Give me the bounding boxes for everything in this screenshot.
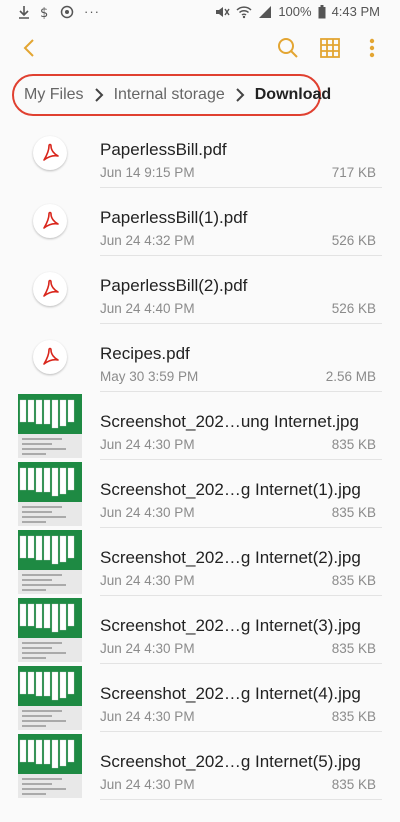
grid-icon (320, 38, 340, 58)
download-icon (19, 5, 29, 19)
app-bar (0, 26, 400, 70)
file-date: Jun 24 4:40 PM (100, 301, 195, 316)
file-size: 835 KB (331, 437, 376, 452)
file-row[interactable]: Screenshot_202…g Internet(2).jpg Jun 24 4… (0, 528, 400, 596)
row-divider (100, 799, 382, 800)
file-name: Screenshot_202…g Internet(5).jpg (100, 752, 361, 771)
file-date: Jun 14 9:15 PM (100, 165, 195, 180)
file-name: PaperlessBill.pdf (100, 140, 227, 159)
file-name: Screenshot_202…ung Internet.jpg (100, 412, 359, 431)
clock: 4:43 PM (331, 4, 380, 19)
file-name: PaperlessBill(2).pdf (100, 276, 248, 295)
search-button[interactable] (274, 34, 302, 62)
file-name: Screenshot_202…g Internet(2).jpg (100, 548, 361, 567)
chevron-left-icon (23, 39, 34, 57)
file-date: Jun 24 4:30 PM (100, 777, 195, 792)
file-name: Screenshot_202…g Internet(1).jpg (100, 480, 361, 499)
pdf-file-icon (33, 136, 67, 170)
file-size: 835 KB (331, 641, 376, 656)
more-vert-icon (369, 38, 375, 58)
file-name: Recipes.pdf (100, 344, 190, 363)
view-mode-button[interactable] (316, 34, 344, 62)
image-thumbnail (18, 462, 82, 526)
breadcrumb: My Files Internal storage Download (12, 74, 331, 116)
file-name: Screenshot_202…g Internet(4).jpg (100, 684, 361, 703)
file-date: Jun 24 4:30 PM (100, 573, 195, 588)
file-date: Jun 24 4:30 PM (100, 709, 195, 724)
file-size: 2.56 MB (325, 369, 376, 384)
file-row[interactable]: PaperlessBill(1).pdf Jun 24 4:32 PM 526 KB (0, 188, 400, 256)
pdf-file-icon (33, 340, 67, 374)
chevron-right-icon (235, 87, 245, 103)
file-row[interactable]: Screenshot_202…g Internet(4).jpg Jun 24 4… (0, 664, 400, 732)
file-date: Jun 24 4:30 PM (100, 641, 195, 656)
file-size: 835 KB (331, 573, 376, 588)
mute-icon (216, 6, 230, 17)
breadcrumb-internal-storage[interactable]: Internal storage (114, 86, 225, 104)
back-button[interactable] (18, 36, 42, 60)
file-size: 835 KB (331, 777, 376, 792)
more-options-button[interactable] (358, 34, 386, 62)
file-date: Jun 24 4:32 PM (100, 233, 195, 248)
app-bar-actions (274, 34, 386, 62)
file-row[interactable]: Screenshot_202…ung Internet.jpg Jun 24 4:… (0, 392, 400, 460)
sync-icon (60, 5, 74, 18)
file-date: Jun 24 4:30 PM (100, 505, 195, 520)
image-thumbnail (18, 530, 82, 594)
file-row[interactable]: Screenshot_202…g Internet(1).jpg Jun 24 4… (0, 460, 400, 528)
file-row[interactable]: PaperlessBill.pdf Jun 14 9:15 PM 717 KB (0, 120, 400, 188)
image-thumbnail (18, 666, 82, 730)
chevron-right-icon (94, 87, 104, 103)
status-bar: $ ··· 100% 4:43 PM (0, 0, 400, 26)
wifi-icon (236, 5, 252, 18)
svg-text:$: $ (40, 6, 48, 19)
file-list: PaperlessBill.pdf Jun 14 9:15 PM 717 KB Pa… (0, 120, 400, 800)
breadcrumb-bar: My Files Internal storage Download (0, 70, 400, 120)
file-date: May 30 3:59 PM (100, 369, 199, 384)
file-size: 835 KB (331, 505, 376, 520)
file-size: 717 KB (331, 165, 376, 180)
file-size: 835 KB (331, 709, 376, 724)
breadcrumb-my-files[interactable]: My Files (24, 86, 84, 104)
search-icon (278, 38, 298, 58)
pdf-file-icon (33, 204, 67, 238)
battery-icon (318, 4, 326, 18)
file-row[interactable]: PaperlessBill(2).pdf Jun 24 4:40 PM 526 KB (0, 256, 400, 324)
file-row[interactable]: Recipes.pdf May 30 3:59 PM 2.56 MB (0, 324, 400, 392)
pdf-file-icon (33, 272, 67, 306)
file-date: Jun 24 4:30 PM (100, 437, 195, 452)
file-name: PaperlessBill(1).pdf (100, 208, 248, 227)
file-size: 526 KB (331, 301, 376, 316)
image-thumbnail (18, 598, 82, 662)
file-name: Screenshot_202…g Internet(3).jpg (100, 616, 361, 635)
breadcrumb-download[interactable]: Download (255, 86, 331, 104)
image-thumbnail (18, 734, 82, 798)
dollar-icon: $ (40, 6, 48, 19)
status-notifications: $ ··· (18, 4, 100, 19)
status-system: 100% 4:43 PM (214, 4, 380, 19)
file-row[interactable]: Screenshot_202…g Internet(5).jpg Jun 24 4… (0, 732, 400, 800)
signal-icon (259, 5, 272, 18)
more-notifications-icon: ··· (84, 4, 100, 19)
file-row[interactable]: Screenshot_202…g Internet(3).jpg Jun 24 4… (0, 596, 400, 664)
file-size: 526 KB (331, 233, 376, 248)
image-thumbnail (18, 394, 82, 458)
battery-percent: 100% (278, 4, 312, 19)
